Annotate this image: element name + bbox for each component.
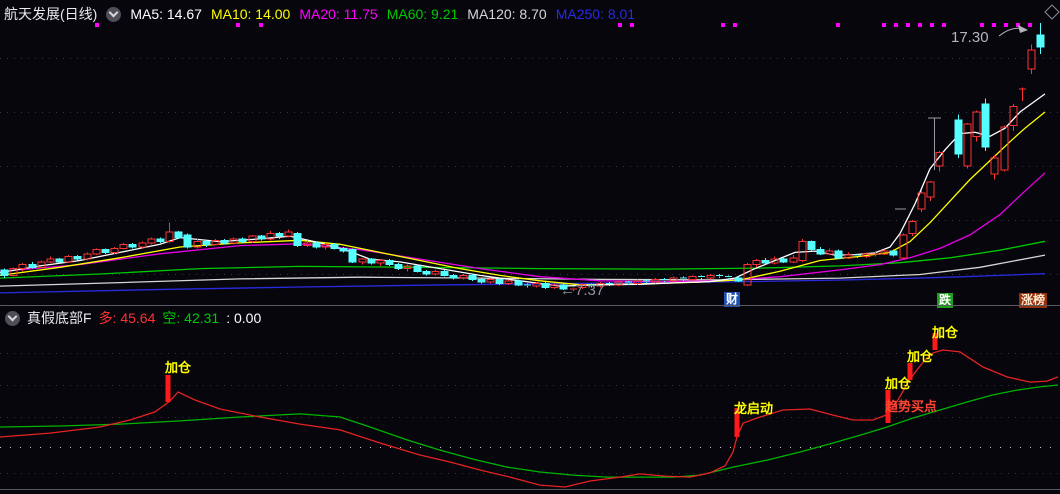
signal-bar <box>907 363 913 381</box>
symbol-title: 航天发展(日线) <box>4 6 98 22</box>
low-price-label: ←7.37 <box>560 282 604 299</box>
signal-bar <box>165 375 171 402</box>
panel-separator[interactable] <box>0 305 1060 306</box>
signal-bars: 加仓龙启动加仓趋势买点加仓加仓 <box>164 325 959 437</box>
ma5-value: MA5: 14.67 <box>130 6 202 22</box>
collapse-indicator-panel-chevron-icon[interactable] <box>5 310 20 326</box>
indicator-bear-value: 空: 42.31 <box>162 310 220 326</box>
ma-line-MA10 <box>0 111 1046 286</box>
collapse-main-panel-chevron-icon[interactable] <box>106 6 122 22</box>
ma60-value: MA60: 9.21 <box>386 6 459 22</box>
ma20-value: MA20: 11.75 <box>299 6 378 22</box>
signal-label: 加仓 <box>931 325 959 340</box>
bottom-border <box>0 489 1060 490</box>
indicator-aux-value: : 0.00 <box>226 310 262 326</box>
indicator-title: 真假底部F <box>27 310 92 326</box>
indicator-header: 真假底部F 多: 45.64 空: 42.31 : 0.00 <box>5 308 261 328</box>
high-price-arrowhead <box>1018 25 1028 33</box>
ma120-value: MA120: 8.70 <box>467 6 547 22</box>
diamond-icon <box>1044 4 1060 20</box>
chart-canvas[interactable]: 17.30←7.37加仓龙启动加仓趋势买点加仓加仓 <box>0 0 1060 494</box>
high-price-label: 17.30 <box>951 29 989 46</box>
main-chart-header: 航天发展(日线) MA5: 14.67 MA10: 14.00 MA20: 11… <box>4 4 635 24</box>
signal-label: 龙启动 <box>734 401 773 416</box>
ma-line-MA20 <box>0 172 1046 283</box>
main-gridlines <box>0 58 1060 275</box>
signal-label: 趋势买点 <box>885 399 937 414</box>
signal-label: 加仓 <box>906 349 934 364</box>
ma-line-MA60 <box>0 240 1046 279</box>
indicator-line-bull <box>0 349 1059 488</box>
signal-label: 加仓 <box>164 360 192 375</box>
ma-line-MA5 <box>0 93 1046 287</box>
ma250-value: MA250: 8.01 <box>555 6 636 22</box>
stock-chart-window: 17.30 ←7.37 加仓 龙启动 加仓 趋势买点 加仓 加仓 航天发展(日线) MA5: … <box>0 0 1060 494</box>
indicator-bull-value: 多: 45.64 <box>98 310 156 326</box>
ma10-value: MA10: 14.00 <box>210 6 291 22</box>
